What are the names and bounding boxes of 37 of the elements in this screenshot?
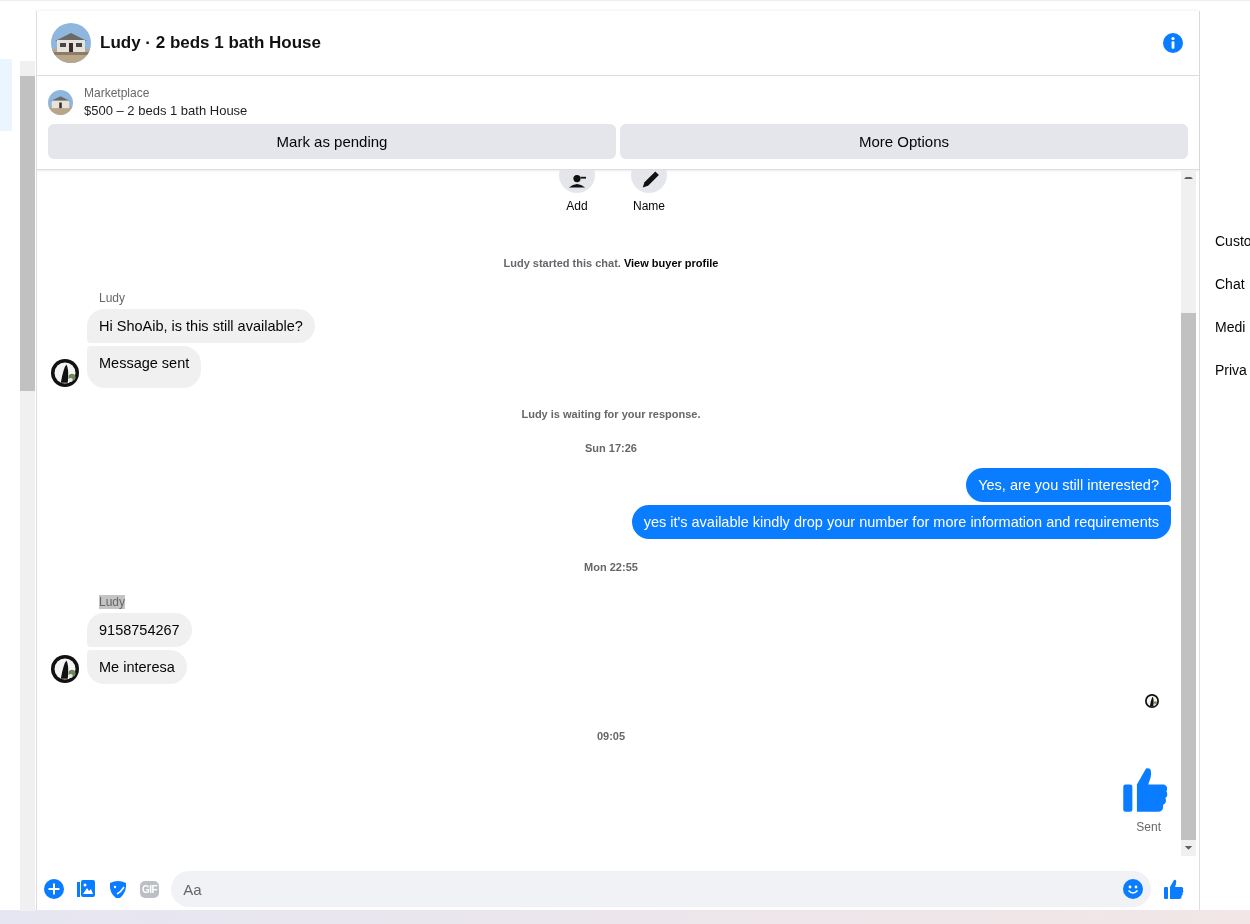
message-field[interactable]: Aa bbox=[171, 871, 1151, 907]
message-bubble[interactable]: Me interesa bbox=[87, 650, 187, 684]
thumbs-up-icon[interactable] bbox=[1163, 878, 1185, 900]
timestamp: Sun 17:26 bbox=[585, 442, 637, 454]
message-bubble[interactable]: yes it's available kindly drop your number for more information and requirements bbox=[631, 505, 1171, 539]
timestamp: 09:05 bbox=[596, 730, 626, 742]
action-label[interactable]: Add bbox=[566, 199, 588, 213]
listing-action-button[interactable]: More Options bbox=[620, 124, 1188, 159]
listing-source: Marketplace bbox=[84, 86, 151, 100]
message-bubble[interactable]: Yes, are you still interested? bbox=[966, 468, 1171, 502]
buyer-profile-link[interactable]: View buyer profile bbox=[623, 257, 719, 269]
system-message: Ludy started this chat. View buyer profile bbox=[503, 257, 719, 269]
sender-name: Ludy bbox=[99, 291, 126, 305]
menu-item[interactable]: Medi bbox=[1215, 319, 1250, 335]
message-bubble[interactable]: 9158754267 bbox=[87, 613, 192, 647]
image-icon[interactable] bbox=[76, 879, 96, 899]
message-bubble[interactable]: Message sent bbox=[87, 346, 202, 388]
scrollbar[interactable] bbox=[20, 61, 35, 911]
plus-icon[interactable] bbox=[44, 879, 64, 899]
avatar-icon bbox=[51, 359, 79, 387]
timestamp: Mon 22:55 bbox=[584, 561, 638, 573]
listing-action-button[interactable]: Mark as pending bbox=[48, 124, 616, 159]
listing-title[interactable]: $500 – 2 beds 1 bath House bbox=[84, 103, 248, 118]
menu-item[interactable]: Priva bbox=[1215, 362, 1250, 378]
avatar-icon bbox=[1145, 694, 1159, 708]
sticker-icon[interactable] bbox=[108, 879, 128, 899]
avatar-icon bbox=[51, 655, 79, 683]
menu-item[interactable]: Chat bbox=[1215, 276, 1250, 292]
sender-name: Ludy bbox=[99, 595, 126, 609]
scrollbar[interactable] bbox=[1181, 170, 1196, 856]
system-message: Ludy is waiting for your response. bbox=[521, 408, 701, 420]
info-icon[interactable] bbox=[1163, 33, 1183, 53]
message-bubble[interactable]: Hi ShoAib, is this still available? bbox=[87, 309, 315, 343]
delivery-status: Sent bbox=[1136, 820, 1161, 834]
chat-title: Ludy · 2 beds 1 bath House bbox=[100, 33, 323, 53]
emoji-icon[interactable] bbox=[1123, 879, 1143, 899]
action-label[interactable]: Name bbox=[633, 199, 665, 213]
